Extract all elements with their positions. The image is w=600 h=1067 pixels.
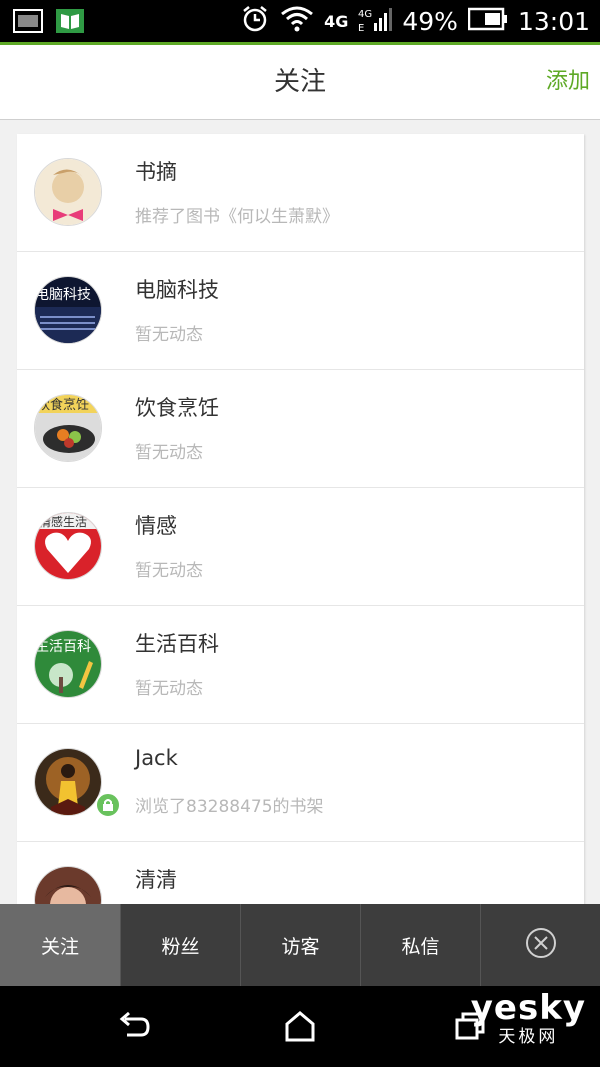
item-status: 暂无动态 [135, 561, 203, 581]
item-name: 电脑科技 [135, 278, 219, 302]
network-type-label: 4G [324, 11, 349, 31]
avatar: 电脑科技 [34, 276, 102, 344]
home-button[interactable] [280, 1008, 320, 1048]
gallery-notification-icon [12, 7, 44, 35]
lock-icon [95, 792, 121, 818]
list-item[interactable]: 情感生活 情感 暂无动态 [17, 488, 584, 606]
item-name: 书摘 [135, 160, 177, 184]
avatar [34, 158, 102, 226]
list-item[interactable]: Jack 浏览了83288475的书架 [17, 724, 584, 842]
battery-percent: 49% [402, 6, 458, 36]
back-button[interactable] [114, 1008, 154, 1048]
item-name: 情感 [135, 514, 177, 538]
avatar [34, 866, 102, 904]
tab-fans[interactable]: 粉丝 [120, 904, 240, 986]
tab-messages[interactable]: 私信 [360, 904, 480, 986]
follow-list: 书摘 推荐了图书《何以生萧默》 电脑科技 电脑科技 暂无动态 饮食烹饪 饮食烹饪… [17, 134, 584, 904]
system-nav-bar: yesky 天极网 [0, 986, 600, 1067]
header: 关注 添加 [0, 45, 600, 120]
list-item[interactable]: 生活百科 生活百科 暂无动态 [17, 606, 584, 724]
item-status: 暂无动态 [135, 443, 203, 463]
list-item[interactable]: 清清 [17, 842, 584, 904]
watermark: yesky 天极网 [471, 988, 586, 1047]
add-button[interactable]: 添加 [546, 45, 590, 119]
close-button[interactable] [480, 904, 600, 986]
item-name: 生活百科 [135, 632, 219, 656]
close-icon [525, 927, 557, 964]
bottom-tab-bar: 关注 粉丝 访客 私信 [0, 904, 600, 986]
tab-following[interactable]: 关注 [0, 904, 120, 986]
tab-visitors[interactable]: 访客 [240, 904, 360, 986]
item-status: 浏览了83288475的书架 [135, 797, 324, 817]
svg-text:E: E [358, 23, 364, 33]
avatar-text: 电脑科技 [35, 287, 91, 303]
clock: 13:01 [517, 6, 590, 36]
avatar: 情感生活 [34, 512, 102, 580]
battery-icon [467, 7, 508, 35]
list-item[interactable]: 电脑科技 电脑科技 暂无动态 [17, 252, 584, 370]
signal-icon: 4G E [358, 5, 393, 37]
page-title: 关注 [273, 67, 326, 97]
list-item[interactable]: 书摘 推荐了图书《何以生萧默》 [17, 134, 584, 252]
list-item[interactable]: 饮食烹饪 饮食烹饪 暂无动态 [17, 370, 584, 488]
item-status: 暂无动态 [135, 325, 203, 345]
avatar-text: 情感生活 [39, 514, 87, 529]
svg-text:4G: 4G [358, 9, 372, 20]
avatar: 生活百科 [34, 630, 102, 698]
status-bar: 4G 4G E 49% 13:01 [0, 0, 600, 45]
item-name: 饮食烹饪 [135, 396, 219, 420]
alarm-icon [240, 4, 270, 38]
item-status: 暂无动态 [135, 679, 203, 699]
avatar [34, 748, 102, 816]
book-notification-icon [54, 7, 86, 35]
item-status: 推荐了图书《何以生萧默》 [135, 207, 339, 227]
wifi-icon [280, 4, 314, 38]
item-name: Jack [135, 746, 178, 770]
avatar-text: 饮食烹饪 [37, 397, 89, 413]
avatar: 饮食烹饪 [34, 394, 102, 462]
back-icon [117, 1011, 151, 1045]
home-icon [283, 1010, 317, 1046]
avatar-text: 生活百科 [35, 639, 91, 655]
item-name: 清清 [135, 868, 177, 892]
